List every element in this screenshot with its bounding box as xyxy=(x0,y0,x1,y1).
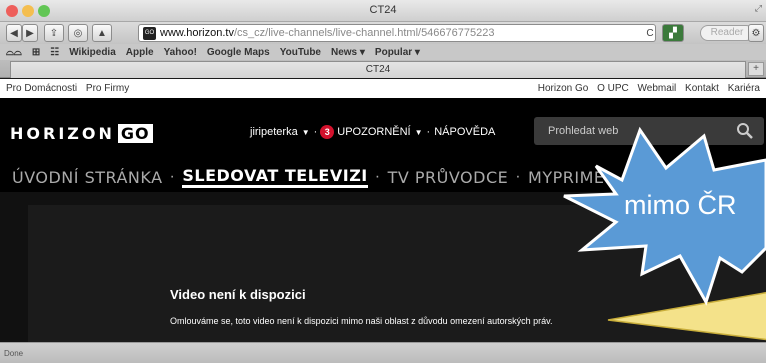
link-pro-firmy[interactable]: Pro Firmy xyxy=(86,83,129,94)
bookmark-apple[interactable]: Apple xyxy=(126,47,154,58)
history-button[interactable]: ▲ xyxy=(92,24,112,42)
reload-button[interactable]: C xyxy=(642,24,658,42)
share-button[interactable]: ⇪ xyxy=(44,24,64,42)
logo-text: HORIZON xyxy=(10,124,115,143)
search-placeholder: Prohledat web xyxy=(548,125,619,137)
bookmark-news[interactable]: News ▾ xyxy=(331,47,365,58)
logo-go-badge: GO xyxy=(117,124,153,143)
url-path: /cs_cz/live-channels/live-channel.html/5… xyxy=(233,27,495,39)
site-favicon-icon: GO xyxy=(143,26,156,40)
tab-bar: CT24 + xyxy=(0,60,766,78)
topsites-grid-icon[interactable]: ☷ xyxy=(50,47,59,58)
bookmark-youtube[interactable]: YouTube xyxy=(280,47,321,58)
site-top-nav: Pro Domácnosti Pro Firmy Horizon Go O UP… xyxy=(0,79,766,98)
bookmark-icon: ▲ xyxy=(97,27,107,39)
share-icon: ⇪ xyxy=(49,27,59,39)
topsites-button[interactable]: ◎ xyxy=(68,24,88,42)
main-nav: ÚVODNÍ STRÁNKA · SLEDOVAT TELEVIZI · TV … xyxy=(0,162,766,192)
horizon-go-logo[interactable]: HORIZON GO xyxy=(10,124,153,143)
link-o-upc[interactable]: O UPC xyxy=(597,83,629,94)
settings-button[interactable]: ⚙ xyxy=(748,24,764,42)
extension-icon: ▞ xyxy=(669,27,677,39)
window-titlebar: CT24 ⤢ xyxy=(0,0,766,22)
fullscreen-icon[interactable]: ⤢ xyxy=(755,3,762,14)
separator-dot: · xyxy=(313,126,318,138)
link-pro-domacnosti[interactable]: Pro Domácnosti xyxy=(6,83,77,94)
nav-zaznamy[interactable]: ZÁZNAMY xyxy=(624,168,707,187)
tab-ct24[interactable]: CT24 xyxy=(10,61,746,78)
bookmark-wikipedia[interactable]: Wikipedia xyxy=(69,47,116,58)
reading-list-icon[interactable]: ⌓⌓ xyxy=(6,47,22,58)
gear-icon: ⚙ xyxy=(751,27,761,39)
bookmarks-bar: ⌓⌓ ⊞ ☷ Wikipedia Apple Yahoo! Google Map… xyxy=(0,44,766,60)
link-kariera[interactable]: Kariéra xyxy=(728,83,760,94)
window-title: CT24 xyxy=(369,4,397,16)
video-unavailable-message: Omlouváme se, toto video není k dispozic… xyxy=(170,316,553,326)
back-button[interactable]: ◀ xyxy=(6,24,22,42)
globe-icon: ◎ xyxy=(73,27,83,39)
browser-toolbar: ◀ ▶ ⇪ ◎ ▲ GO www.horizon.tv /cs_cz/live-… xyxy=(0,22,766,44)
separator-dot: · xyxy=(426,126,431,138)
nav-separator: · xyxy=(374,168,381,185)
status-bar: Done xyxy=(0,342,766,363)
nav-uvodni-stranka[interactable]: ÚVODNÍ STRÁNKA xyxy=(12,168,163,187)
help-link[interactable]: NÁPOVĚDA xyxy=(434,126,495,138)
annotation-label: mimo ČR xyxy=(624,190,737,220)
bookmark-yahoo[interactable]: Yahoo! xyxy=(164,47,197,58)
reader-button[interactable]: Reader xyxy=(700,25,754,41)
link-horizon-go[interactable]: Horizon Go xyxy=(538,83,589,94)
status-text: Done xyxy=(4,349,24,358)
nav-separator: · xyxy=(169,168,176,185)
forward-button[interactable]: ▶ xyxy=(22,24,38,42)
user-menu: jiripeterka ▼ · 3 UPOZORNĚNÍ ▼ · NÁPOVĚD… xyxy=(250,125,495,139)
search-input[interactable]: Prohledat web xyxy=(534,117,764,145)
bookmark-google-maps[interactable]: Google Maps xyxy=(207,47,270,58)
link-kontakt[interactable]: Kontakt xyxy=(685,83,719,94)
url-host: www.horizon.tv xyxy=(160,27,234,39)
extension-button[interactable]: ▞ xyxy=(662,24,684,42)
bookmark-popular[interactable]: Popular ▾ xyxy=(375,47,420,58)
nav-myprime[interactable]: MYPRIME xyxy=(528,168,604,187)
link-webmail[interactable]: Webmail xyxy=(638,83,677,94)
username-dropdown[interactable]: jiripeterka xyxy=(250,126,298,138)
nav-separator: · xyxy=(611,168,618,185)
new-tab-button[interactable]: + xyxy=(748,62,764,76)
nav-separator: · xyxy=(515,168,522,185)
search-icon[interactable] xyxy=(736,122,754,140)
nav-sledovat-televizi[interactable]: SLEDOVAT TELEVIZI xyxy=(182,166,368,188)
bookmarks-book-icon[interactable]: ⊞ xyxy=(32,47,40,58)
notification-count-badge[interactable]: 3 xyxy=(320,125,335,139)
chevron-down-icon: ▼ xyxy=(414,127,423,137)
notifications-dropdown[interactable]: UPOZORNĚNÍ xyxy=(337,126,410,138)
video-unavailable-title: Video není k dispozici xyxy=(170,287,306,302)
nav-tv-pruvodce[interactable]: TV PRŮVODCE xyxy=(388,168,509,187)
address-bar[interactable]: GO www.horizon.tv /cs_cz/live-channels/l… xyxy=(138,24,656,42)
chevron-down-icon: ▼ xyxy=(301,127,310,137)
